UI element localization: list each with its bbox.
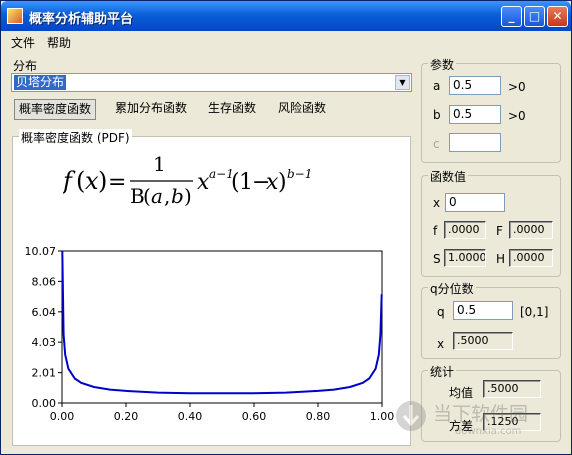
param-b-input[interactable]: 0.5 xyxy=(449,105,501,124)
pdf-series-line xyxy=(61,250,383,395)
svg-text:): ) xyxy=(98,167,107,195)
watermark-logo: 当下软件园 downxia.com xyxy=(396,401,528,437)
x-tick-label: 1.00 xyxy=(370,410,395,423)
quantile-q-input[interactable]: 0.5 xyxy=(453,301,513,320)
quantile-title: q分位数 xyxy=(428,280,476,297)
formula-a: a xyxy=(151,184,163,208)
maximize-button[interactable]: □ xyxy=(524,6,545,27)
menu-bar: 文件 帮助 xyxy=(1,31,571,51)
x-tick-label: 0.00 xyxy=(50,410,75,423)
param-c-label: c xyxy=(433,137,440,151)
menu-file[interactable]: 文件 xyxy=(11,34,35,51)
stats-title: 统计 xyxy=(428,363,457,380)
formula-exp-b: b−1 xyxy=(287,167,312,181)
y-tick-label: 6.04 xyxy=(32,306,57,319)
pdf-chart: 0.00 2.01 4.03 6.04 8.06 10.07 0.00 0.20 0.40 0.6… xyxy=(25,245,395,423)
svg-text:(: ( xyxy=(143,184,151,208)
svg-text:,: , xyxy=(164,184,170,208)
function-values-title: 函数值 xyxy=(428,168,469,185)
formula-one: 1 xyxy=(239,170,253,195)
distribution-selected-value: 贝塔分布 xyxy=(14,75,67,90)
minimize-button[interactable]: _ xyxy=(501,6,522,27)
quantile-q-label: q xyxy=(437,305,445,319)
param-a-hint: >0 xyxy=(508,80,526,94)
quantile-x-value: .5000 xyxy=(453,332,513,350)
watermark-text: 当下软件园 xyxy=(433,403,528,425)
chart-frame xyxy=(61,250,383,404)
menu-help[interactable]: 帮助 xyxy=(47,34,71,51)
fv-S-label: S xyxy=(433,252,441,266)
formula-b: b xyxy=(171,184,184,208)
svg-text:(: ( xyxy=(76,167,85,195)
param-a-input[interactable]: 0.5 xyxy=(449,76,501,95)
pdf-formula: f ( x ) = 1 B ( a , b ) x a−1 ( 1 − x ) … xyxy=(63,152,312,208)
tab-cdf[interactable]: 累加分布函数 xyxy=(111,99,191,120)
fv-F-value: .0000 xyxy=(509,221,553,239)
y-tick-label: 2.01 xyxy=(32,367,57,380)
formula-eq: = xyxy=(108,170,126,195)
distribution-label: 分布 xyxy=(13,59,38,73)
formula-f: f xyxy=(63,167,76,195)
fv-f-label: f xyxy=(433,224,438,238)
app-icon xyxy=(7,8,23,24)
formula-x: x xyxy=(85,167,99,195)
fv-H-value: .0000 xyxy=(509,249,553,267)
chevron-down-icon[interactable]: ▼ xyxy=(395,75,410,90)
quantile-range: [0,1] xyxy=(520,305,549,319)
close-button[interactable]: ✕ xyxy=(547,6,568,27)
tab-pdf[interactable]: 概率密度函数 xyxy=(14,99,97,120)
x-tick-label: 0.80 xyxy=(306,410,331,423)
x-tick-label: 0.40 xyxy=(178,410,203,423)
fv-f-value: .0000 xyxy=(444,221,486,239)
watermark-url: downxia.com xyxy=(455,426,521,437)
y-tick-label: 10.07 xyxy=(25,245,57,258)
param-b-hint: >0 xyxy=(508,109,526,123)
fv-F-label: F xyxy=(496,224,503,238)
window-title: 概率分析辅助平台 xyxy=(29,12,134,27)
y-tick-label: 0.00 xyxy=(32,397,57,410)
param-b-label: b xyxy=(433,108,441,122)
svg-text:): ) xyxy=(278,170,287,195)
svg-text:): ) xyxy=(184,184,192,208)
tab-hazard[interactable]: 风险函数 xyxy=(274,99,330,120)
title-bar[interactable]: 概率分析辅助平台 _ □ ✕ xyxy=(1,1,571,31)
fv-x-input[interactable]: 0 xyxy=(445,193,505,212)
params-title: 参数 xyxy=(428,56,457,73)
fv-x-label: x xyxy=(433,196,441,210)
quantile-x-label: x xyxy=(437,337,445,351)
param-c-input[interactable] xyxy=(449,133,501,152)
formula-numerator: 1 xyxy=(153,152,166,176)
fv-S-value: 1.0000 xyxy=(444,249,486,267)
x-tick-label: 0.60 xyxy=(242,410,267,423)
param-a-label: a xyxy=(433,79,441,93)
fv-H-label: H xyxy=(496,252,506,266)
app-window: 概率分析辅助平台 _ □ ✕ 文件 帮助 分布 贝塔分布 ▼ 概率密度函数 累加… xyxy=(0,0,572,455)
y-tick-label: 4.03 xyxy=(32,336,57,349)
plot-group-title: 概率密度函数 (PDF) xyxy=(19,129,132,146)
x-tick-label: 0.20 xyxy=(114,410,139,423)
distribution-select[interactable]: 贝塔分布 ▼ xyxy=(11,73,412,92)
y-tick-label: 8.06 xyxy=(32,275,57,288)
tab-survival[interactable]: 生存函数 xyxy=(204,99,260,120)
